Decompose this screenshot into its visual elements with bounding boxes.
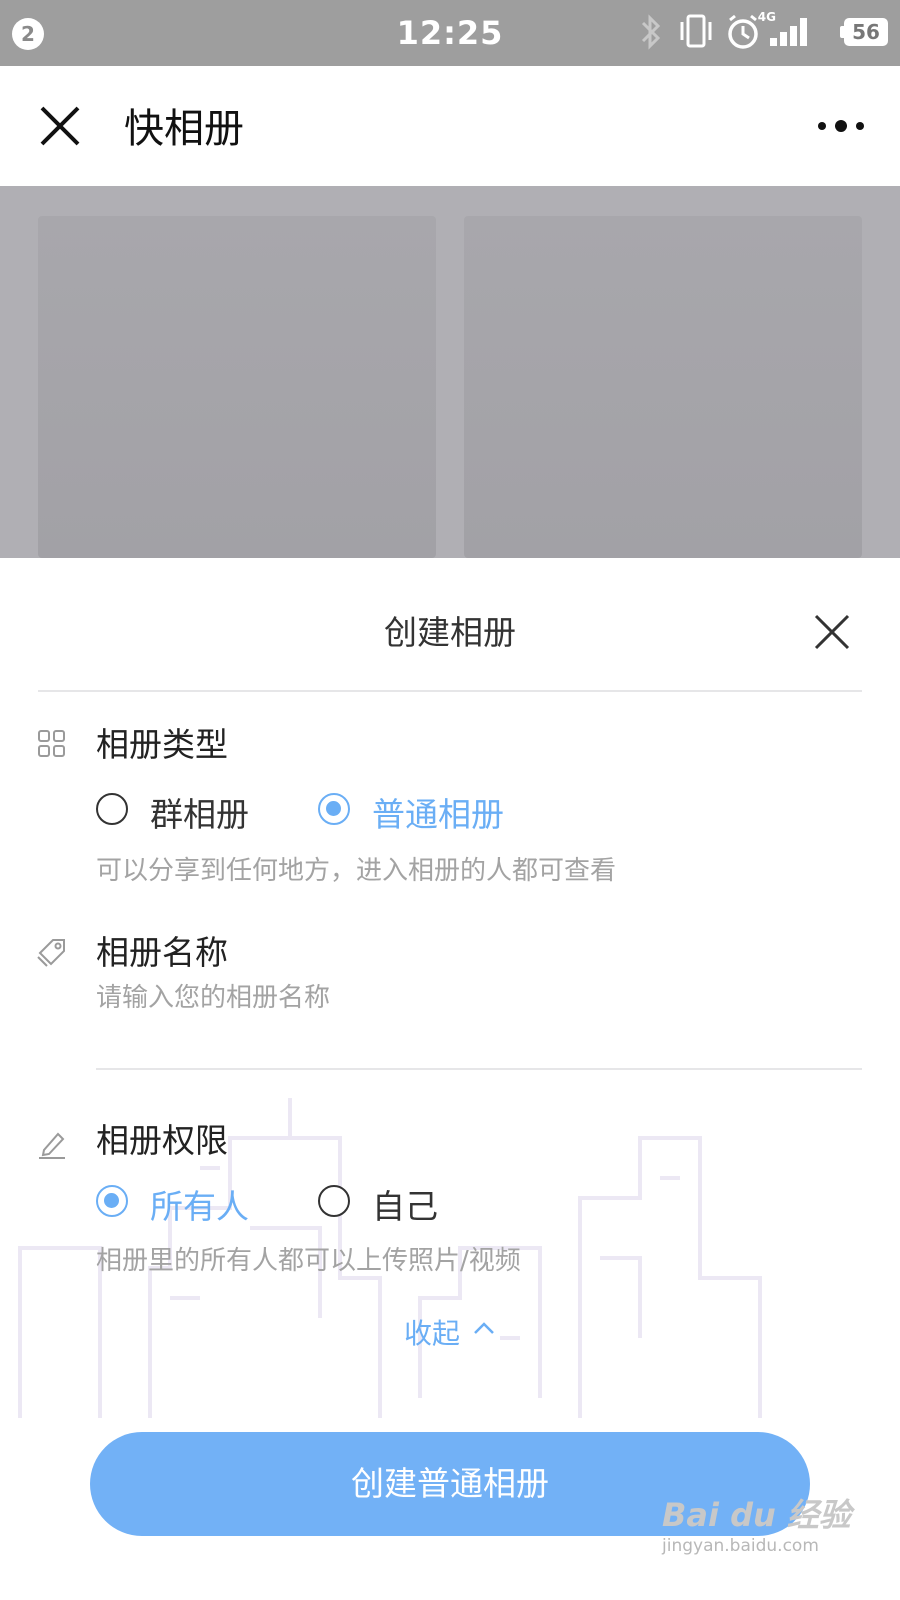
baidu-watermark: Bai du 经验 jingyan.baidu.com	[662, 1490, 852, 1570]
permission-label: 相册权限	[96, 1121, 228, 1160]
pencil-icon	[39, 1132, 65, 1159]
tag-icon	[37, 939, 65, 967]
status-icons: 4G 56	[638, 10, 888, 52]
radio-button	[318, 1185, 350, 1217]
chevron-up-icon	[474, 1322, 494, 1334]
bluetooth-icon	[641, 14, 661, 50]
app-header: 快相册	[0, 66, 900, 186]
watermark-url: jingyan.baidu.com	[662, 1536, 819, 1556]
album-type-hint: 可以分享到任何地方，进入相册的人都可查看	[96, 856, 617, 886]
permission-hint: 相册里的所有人都可以上传照片/视频	[96, 1246, 521, 1276]
status-bar: 2 12:25 4G 56	[0, 0, 900, 66]
radio-button-selected	[96, 1185, 128, 1217]
radio-label: 群相册	[150, 795, 249, 834]
divider	[38, 690, 862, 692]
radio-button-selected	[318, 793, 350, 825]
radio-everyone[interactable]: 所有人	[96, 1180, 276, 1226]
radio-button	[96, 793, 128, 825]
watermark-brand: Bai du 经验	[662, 1496, 851, 1534]
radio-self[interactable]: 自己	[318, 1180, 478, 1226]
alarm-icon	[728, 14, 758, 49]
album-type-label: 相册类型	[96, 725, 228, 764]
collapse-link[interactable]: 收起	[0, 1312, 900, 1352]
radio-label: 自己	[372, 1187, 438, 1226]
dimmed-background[interactable]	[0, 186, 900, 558]
album-name-input[interactable]	[96, 976, 746, 1020]
collapse-label: 收起	[403, 1317, 460, 1350]
radio-label: 所有人	[150, 1187, 249, 1226]
more-icon[interactable]	[816, 112, 866, 140]
album-tile	[464, 216, 862, 558]
radio-normal-album[interactable]: 普通相册	[318, 788, 538, 834]
album-tile	[38, 216, 436, 558]
close-icon[interactable]	[38, 104, 82, 148]
grid-icon	[38, 730, 65, 757]
battery-icon: 56	[844, 18, 888, 46]
divider	[96, 1068, 862, 1070]
radio-label: 普通相册	[372, 795, 504, 834]
app-title: 快相册	[124, 106, 244, 152]
create-album-sheet: 创建相册 相册类型 群相册 普通相册 可以分享到任何地方，进入相册的人都可查看 …	[0, 558, 900, 1600]
album-name-label: 相册名称	[96, 933, 228, 972]
close-icon[interactable]	[812, 612, 852, 652]
signal-icon	[770, 18, 807, 46]
radio-group-album[interactable]: 群相册	[96, 788, 276, 834]
sheet-title: 创建相册	[384, 613, 516, 652]
vibrate-icon	[680, 14, 712, 48]
